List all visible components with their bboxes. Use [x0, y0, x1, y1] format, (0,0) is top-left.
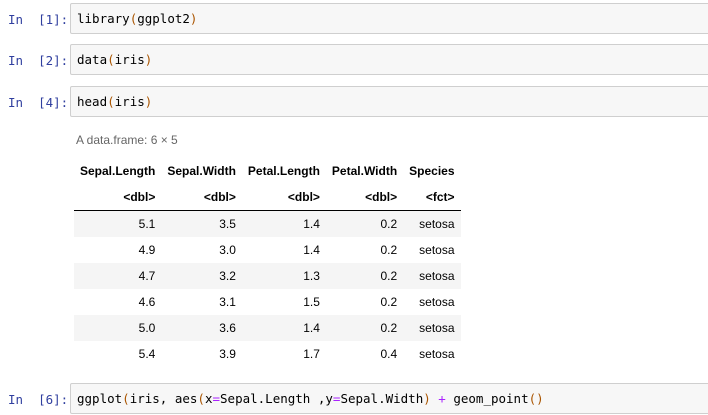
table-cell: 1.3 — [303, 269, 320, 283]
cell-prompt: In [2]: — [8, 53, 69, 68]
table-row: 4.9 3.0 1.4 0.2 setosa — [74, 237, 461, 263]
table-cell: setosa — [419, 269, 455, 283]
code-token: ) — [144, 52, 153, 67]
table-cell: setosa — [419, 321, 455, 335]
column-header: Sepal.Length — [80, 164, 156, 178]
table-cell: 0.2 — [380, 243, 398, 257]
code-input[interactable]: data(iris) — [70, 44, 708, 75]
table-row: 5.0 3.6 1.4 0.2 setosa — [74, 315, 461, 341]
column-header: Petal.Width — [331, 164, 398, 178]
dataframe-caption: A data.frame: 6 × 5 — [76, 133, 178, 147]
table-cell: 1.5 — [303, 295, 320, 309]
code-token: Sepal.Width — [340, 391, 424, 406]
table-cell: setosa — [419, 217, 455, 231]
code-token: head — [77, 94, 108, 109]
cell-prompt: In [6]: — [8, 392, 69, 407]
column-type: <fct> — [403, 184, 461, 211]
code-token: ggplot2 — [137, 11, 190, 26]
table-cell: 3.1 — [219, 295, 236, 309]
code-token: iris — [114, 52, 145, 67]
code-input[interactable]: head(iris) — [70, 86, 708, 117]
code-token: ( — [107, 94, 115, 109]
code-token: () — [528, 391, 544, 406]
table-cell: 3.5 — [219, 217, 236, 231]
table-cell: 1.4 — [303, 243, 320, 257]
table-row: 4.7 3.2 1.3 0.2 setosa — [74, 263, 461, 289]
table-cell: 3.0 — [219, 243, 236, 257]
table-cell: setosa — [419, 243, 455, 257]
cell-prompt: In [4]: — [8, 95, 69, 110]
code-token: data — [77, 52, 108, 67]
table-cell: 0.2 — [380, 217, 398, 231]
column-type: <dbl> — [241, 184, 326, 211]
table-cell: 0.2 — [380, 321, 398, 335]
table-row: 5.1 3.5 1.4 0.2 setosa — [74, 210, 461, 237]
table-cell: 4.9 — [138, 243, 156, 257]
code-token: iris — [114, 94, 145, 109]
code-token: + — [438, 391, 446, 406]
table-cell: 0.2 — [380, 295, 398, 309]
code-token: ) — [189, 11, 198, 26]
table-cell: 1.4 — [303, 321, 320, 335]
code-input[interactable]: ggplot(iris, aes(x=Sepal.Length ,y=Sepal… — [70, 383, 708, 414]
code-token: ( — [197, 391, 205, 406]
column-type: <dbl> — [161, 184, 242, 211]
table-row: 5.4 3.9 1.7 0.4 setosa — [74, 341, 461, 367]
column-header: Petal.Length — [247, 164, 320, 178]
code-token: iris, aes — [129, 391, 198, 406]
column-type: <dbl> — [325, 184, 404, 211]
code-token: ) — [144, 94, 153, 109]
table-row: 4.6 3.1 1.5 0.2 setosa — [74, 289, 461, 315]
table-cell: 1.7 — [303, 347, 320, 361]
code-token: ggplot — [77, 391, 123, 406]
code-token: = — [212, 391, 221, 406]
code-token: geom_point — [445, 391, 529, 406]
column-header: Sepal.Width — [167, 164, 236, 178]
cell-prompt: In [1]: — [8, 12, 69, 27]
table-cell: 5.4 — [138, 347, 156, 361]
code-input[interactable]: library(ggplot2) — [70, 3, 708, 34]
table-cell: 4.7 — [138, 269, 156, 283]
column-type: <dbl> — [74, 184, 162, 211]
table-cell: setosa — [419, 295, 455, 309]
table-cell: 4.6 — [138, 295, 156, 309]
code-token: ( — [122, 391, 130, 406]
code-token: ( — [107, 52, 115, 67]
code-token: library — [77, 11, 130, 26]
table-header-row: Sepal.Length Sepal.Width Petal.Length Pe… — [74, 158, 461, 184]
table-cell: 0.4 — [380, 347, 398, 361]
code-token: Sepal.Length ,y — [220, 391, 333, 406]
table-type-row: <dbl> <dbl> <dbl> <dbl> <fct> — [74, 184, 461, 211]
column-header: Species — [409, 164, 455, 178]
table-cell: 3.9 — [219, 347, 236, 361]
table-cell: 0.2 — [380, 269, 398, 283]
dataframe-table: Sepal.Length Sepal.Width Petal.Length Pe… — [74, 158, 461, 367]
table-cell: 5.0 — [138, 321, 156, 335]
code-token: ) — [423, 391, 431, 406]
table-cell: 3.2 — [219, 269, 236, 283]
table-cell: setosa — [419, 347, 455, 361]
table-cell: 5.1 — [138, 217, 156, 231]
table-cell: 1.4 — [303, 217, 320, 231]
table-cell: 3.6 — [219, 321, 236, 335]
